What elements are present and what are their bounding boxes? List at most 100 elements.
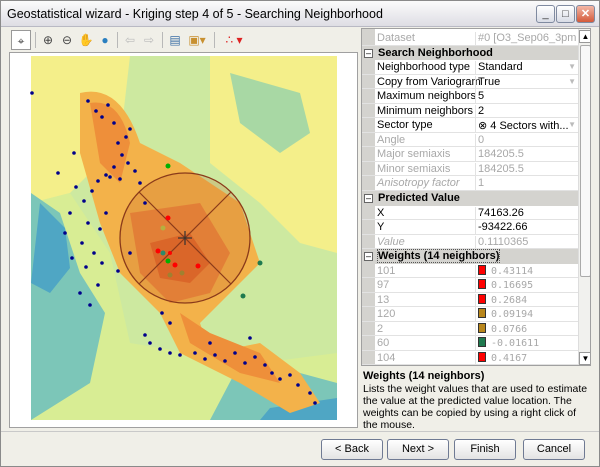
property-value[interactable]: 0.16695 [475, 279, 578, 293]
property-value[interactable]: 1 [475, 177, 578, 191]
property-value[interactable]: Standard ▼ [475, 61, 578, 75]
property-label: 13 [377, 293, 390, 306]
property-value[interactable]: 184205.5 [475, 162, 578, 177]
weights-row[interactable]: 60 -0.01611 [362, 336, 578, 351]
search-row[interactable]: Minimum neighbors 2 [362, 104, 578, 119]
property-value-text: 0.4167 [491, 352, 528, 364]
property-value[interactable]: -0.01611 [475, 337, 578, 351]
minimize-button[interactable]: _ [536, 5, 555, 23]
property-value[interactable]: 0.2684 [475, 293, 578, 308]
property-value-text: 1 [478, 177, 485, 189]
table-icon[interactable]: ▤ [165, 30, 185, 50]
property-value[interactable]: 74163.26 [475, 206, 578, 221]
forward-arrow-icon[interactable]: ⇨ [139, 30, 159, 50]
weights-row[interactable]: 120 0.09194 [362, 307, 578, 322]
property-value[interactable]: 0.4167 [475, 351, 578, 365]
search-row[interactable]: Maximum neighbors 5 [362, 89, 578, 104]
property-value-text: 184205.5 [478, 162, 524, 175]
search-row[interactable]: Angle 0 [362, 133, 578, 148]
property-value[interactable]: True ▼ [475, 75, 578, 90]
back-button[interactable]: < Back [321, 439, 383, 460]
property-value-text: 0.1110365 [478, 235, 529, 248]
property-grid[interactable]: Dataset#0 [O3_Sep06_3pm -... –Search Nei… [361, 28, 591, 366]
property-value[interactable]: 0 [475, 133, 578, 148]
property-label: Major semiaxis [377, 148, 451, 160]
weights-row[interactable]: 2 0.0766 [362, 322, 578, 337]
crosshair-icon[interactable]: ⌖ [11, 30, 31, 50]
weights-row[interactable]: 13 0.2684 [362, 293, 578, 308]
property-label: X [377, 206, 385, 219]
property-value[interactable]: ⊗ 4 Sectors with... ▼ [475, 119, 578, 133]
property-grid-scrollbar[interactable]: ▲ ▼ [578, 29, 590, 365]
back-arrow-icon[interactable]: ⇦ [120, 30, 140, 50]
dropdown-arrow-icon[interactable]: ▼ [568, 62, 576, 71]
search-row[interactable]: Copy from Variogram True ▼ [362, 75, 578, 90]
property-label: Copy from Variogram [377, 75, 481, 88]
maximize-button[interactable]: □ [556, 5, 575, 23]
title-bar: Geostatistical wizard - Kriging step 4 o… [1, 1, 599, 27]
next-button[interactable]: Next > [387, 439, 449, 460]
property-label: 101 [377, 264, 396, 277]
predicted-row[interactable]: X 74163.26 [362, 206, 578, 221]
predicted-row[interactable]: Y -93422.66 [362, 220, 578, 235]
property-value[interactable]: 0.09194 [475, 308, 578, 322]
collapse-icon[interactable]: – [364, 252, 373, 261]
zoom-in-icon[interactable]: ⊕ [38, 30, 58, 50]
property-value[interactable]: -93422.66 [475, 221, 578, 235]
weight-color-swatch [478, 293, 486, 304]
property-label: Minor semiaxis [377, 162, 451, 175]
search-row[interactable]: Neighborhood type Standard ▼ [362, 60, 578, 75]
search-row[interactable]: Anisotropy factor 1 [362, 176, 578, 191]
property-value[interactable]: 184205.5 [475, 148, 578, 162]
layer-icon[interactable]: ▣▾ [187, 30, 207, 50]
property-value[interactable]: 0.0766 [475, 322, 578, 337]
search-row[interactable]: Sector type ⊗ 4 Sectors with... ▼ [362, 118, 578, 133]
weights-row[interactable]: 101 0.43114 [362, 264, 578, 279]
cancel-button[interactable]: Cancel [523, 439, 585, 460]
weight-color-swatch [478, 337, 486, 347]
property-value-text: 0.16695 [491, 280, 534, 291]
property-value-text: 5 [478, 90, 485, 102]
predicted-row[interactable]: Value 0.1110365 [362, 235, 578, 250]
property-value-text: 4 Sectors with... [490, 120, 569, 132]
scroll-thumb[interactable] [580, 45, 590, 277]
pan-hand-icon[interactable]: ✋ [76, 30, 96, 50]
property-value-text: True [478, 75, 501, 88]
property-value[interactable]: 5 [475, 90, 578, 104]
weights-row[interactable]: 104 0.4167 [362, 351, 578, 365]
property-label: 104 [377, 351, 396, 364]
property-value[interactable]: 2 [475, 104, 578, 119]
weights-row[interactable]: 97 0.16695 [362, 278, 578, 293]
points-symbology-icon[interactable]: ∴ ▾ [219, 30, 249, 50]
search-row[interactable]: Major semiaxis 184205.5 [362, 147, 578, 162]
full-extent-globe-icon[interactable]: ● [95, 30, 115, 50]
map-view[interactable] [9, 52, 358, 428]
sector-type-icon: ⊗ [478, 120, 491, 132]
collapse-icon[interactable]: – [364, 48, 373, 58]
weight-color-swatch [478, 308, 486, 318]
finish-button[interactable]: Finish [454, 439, 516, 460]
collapse-icon[interactable]: – [364, 194, 373, 203]
dataset-row[interactable]: Dataset#0 [O3_Sep06_3pm -... [362, 31, 578, 46]
close-button[interactable]: ✕ [576, 5, 595, 23]
search-row[interactable]: Minor semiaxis 184205.5 [362, 162, 578, 177]
property-value-text: 74163.26 [478, 206, 524, 219]
property-value-text: -0.01611 [491, 338, 540, 349]
category-weights[interactable]: – Weights (14 neighbors) [362, 249, 578, 264]
scroll-down-icon[interactable]: ▼ [579, 352, 590, 365]
dropdown-arrow-icon[interactable]: ▼ [568, 120, 576, 129]
scroll-up-icon[interactable]: ▲ [579, 30, 590, 43]
weight-color-swatch [478, 322, 486, 333]
dropdown-arrow-icon[interactable]: ▼ [568, 77, 576, 86]
kriging-surface-map[interactable] [10, 53, 357, 427]
property-label: 97 [377, 279, 390, 291]
category-search-neighborhood[interactable]: – Search Neighborhood [362, 45, 578, 60]
category-predicted-value[interactable]: – Predicted Value [362, 191, 578, 206]
property-value-text: 0.09194 [491, 309, 534, 320]
property-label: 120 [377, 308, 396, 320]
property-value[interactable]: 0.1110365 [475, 235, 578, 250]
property-value[interactable]: 0.43114 [475, 264, 578, 279]
property-description: Weights (14 neighbors) Lists the weight … [361, 367, 591, 431]
zoom-out-icon[interactable]: ⊖ [57, 30, 77, 50]
property-label: Anisotropy factor [377, 177, 460, 189]
